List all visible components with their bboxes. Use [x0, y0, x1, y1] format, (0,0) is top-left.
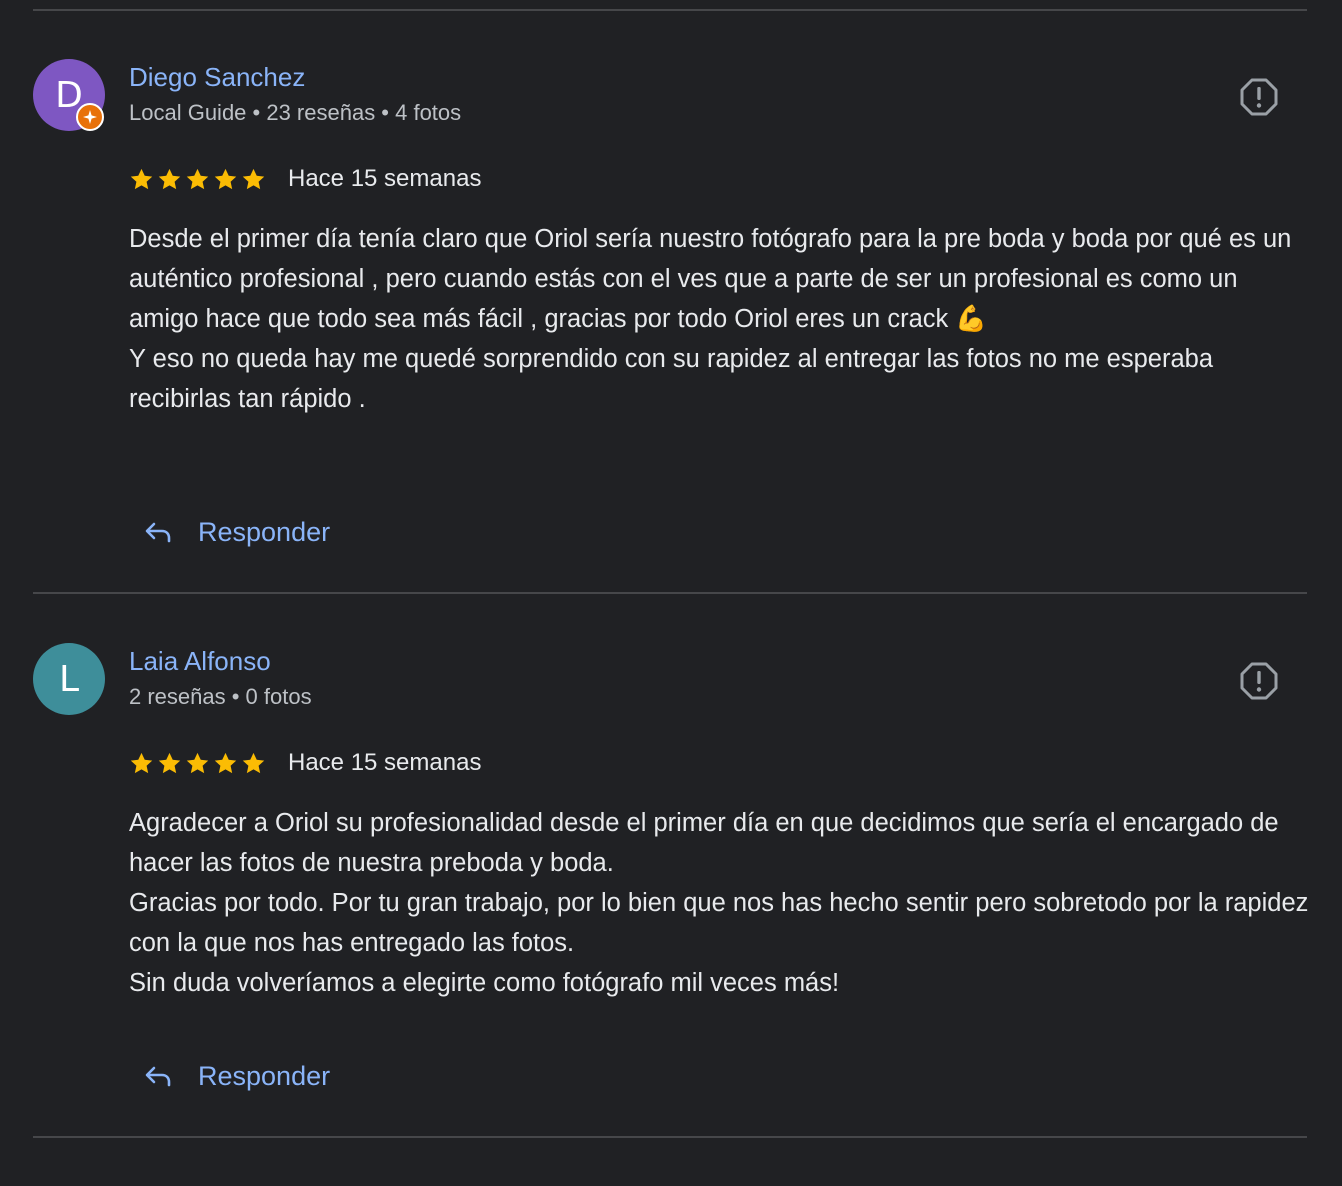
- report-button[interactable]: [1236, 658, 1282, 704]
- author-name[interactable]: Diego Sanchez: [129, 61, 305, 93]
- star-icon: [242, 168, 265, 189]
- divider: [33, 9, 1307, 11]
- star-icon: [186, 752, 209, 773]
- star-icon: [158, 752, 181, 773]
- star-icon: [214, 168, 237, 189]
- author-meta: Local Guide • 23 reseñas • 4 fotos: [129, 100, 462, 125]
- report-button[interactable]: [1236, 74, 1282, 120]
- divider: [33, 592, 1307, 594]
- review-date: Hace 15 semanas: [288, 165, 482, 192]
- avatar[interactable]: L: [33, 643, 105, 715]
- local-guide-badge-icon: [76, 103, 104, 131]
- review-paragraph: Gracias por todo. Por tu gran trabajo, p…: [129, 889, 1309, 957]
- star-icon: [158, 168, 181, 189]
- review-paragraph: Desde el primer día tenía claro que Orio…: [129, 225, 1292, 333]
- star-icon: [214, 752, 237, 773]
- reply-button[interactable]: Responder: [142, 1050, 330, 1102]
- reply-arrow-icon: [145, 1066, 171, 1087]
- divider: [33, 1136, 1307, 1138]
- review-date: Hace 15 semanas: [288, 749, 482, 776]
- review-paragraph: Sin duda volveríamos a elegirte como fot…: [129, 969, 840, 997]
- avatar-initial: L: [58, 658, 80, 700]
- star-icon: [186, 168, 209, 189]
- reply-label: Responder: [198, 1060, 331, 1091]
- review-text: Desde el primer día tenía claro que Orio…: [129, 219, 1309, 419]
- reply-button[interactable]: Responder: [142, 506, 330, 558]
- star-icon: [130, 752, 153, 773]
- reply-label: Responder: [198, 516, 331, 547]
- author-meta: 2 reseñas • 0 fotos: [129, 684, 312, 709]
- report-flag-icon: [1240, 662, 1278, 700]
- reply-arrow-icon: [145, 522, 171, 543]
- review-paragraph: Agradecer a Oriol su profesionalidad des…: [129, 809, 1279, 877]
- star-rating: [129, 167, 266, 192]
- star-icon: [242, 752, 265, 773]
- review-text: Agradecer a Oriol su profesionalidad des…: [129, 803, 1309, 1003]
- report-flag-icon: [1240, 78, 1278, 116]
- review-paragraph: Y eso no queda hay me quedé sorprendido …: [129, 345, 1213, 413]
- rating-row: Hace 15 semanas: [129, 161, 481, 197]
- reviews-panel: D Diego Sanchez Local Guide • 23 reseñas…: [0, 0, 1342, 1186]
- star-icon: [130, 168, 153, 189]
- star-rating: [129, 751, 266, 776]
- author-name[interactable]: Laia Alfonso: [129, 645, 271, 677]
- rating-row: Hace 15 semanas: [129, 745, 481, 781]
